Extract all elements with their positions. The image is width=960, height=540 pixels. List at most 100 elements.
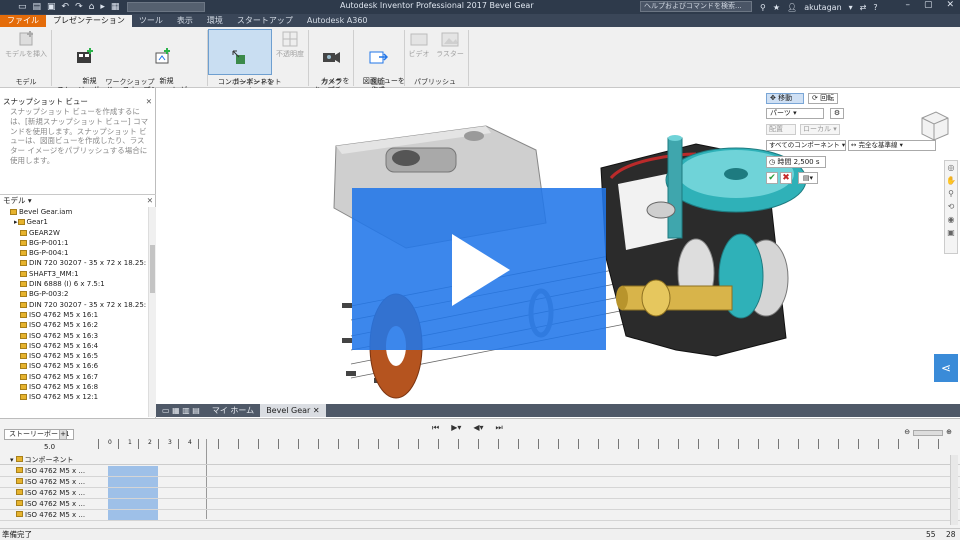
opacity-button[interactable]: 不透明度 (274, 29, 306, 59)
list-item[interactable]: ISO 4762 M5 x 16:2 (0, 320, 146, 330)
options-dropdown[interactable]: ▤▾ (798, 172, 818, 184)
appearance-combo[interactable] (127, 2, 206, 12)
view-face-icon[interactable]: ▣ (945, 226, 957, 239)
steering-wheel-icon[interactable]: ◎ (945, 161, 957, 174)
save-icon[interactable]: ▣ (47, 2, 56, 12)
list-item[interactable]: ISO 4762 M5 x 16:6 (0, 361, 146, 371)
zoom-slider[interactable] (913, 430, 944, 436)
list-item[interactable]: BG-P-001:1 (0, 238, 146, 248)
undo-icon[interactable]: ↶ (62, 2, 70, 12)
action-bar[interactable] (108, 477, 158, 487)
list-item[interactable]: ISO 4762 M5 x 12:1 (0, 392, 146, 402)
raster-button[interactable]: ラスター (434, 29, 466, 59)
add-storyboard-icon[interactable]: + (59, 429, 67, 440)
list-item[interactable]: ISO 4762 M5 x 16:4 (0, 341, 146, 351)
user-icon[interactable]: 👤︎ (787, 3, 797, 12)
maximize-icon[interactable]: ▢ (924, 0, 933, 10)
tile-icon[interactable]: ▭ ▦ ▥ ▤ (156, 404, 206, 417)
new-file-icon[interactable]: ▭ (18, 2, 27, 12)
table-row[interactable]: ISO 4762 M5 x ... (0, 499, 960, 510)
list-item[interactable]: ISO 4762 M5 x 16:8 (0, 382, 146, 392)
tab-presentation[interactable]: プレゼンテーション (46, 15, 132, 27)
redo-icon[interactable]: ↷ (75, 2, 83, 12)
table-row[interactable]: ISO 4762 M5 x ... (0, 510, 960, 521)
list-item[interactable]: DIN 720 30207 - 35 x 72 x 18.25:1 (0, 258, 146, 268)
time-field[interactable]: ◷ 時間 2,500 s (766, 156, 826, 168)
list-item[interactable]: BG-P-004:1 (0, 248, 146, 258)
viewcube-icon[interactable] (916, 108, 952, 144)
share-button[interactable]: ⋖ (934, 354, 958, 382)
open-icon[interactable]: ▤ (33, 2, 42, 12)
tab-file[interactable]: ファイル (0, 15, 46, 27)
component-header-row[interactable]: ▾ コンポーネント (0, 455, 960, 465)
table-row[interactable]: ISO 4762 M5 x ... (0, 466, 960, 477)
tweak-components-button[interactable]: コンポーネントを ツイーク (208, 29, 274, 95)
select-icon[interactable]: ▦ (111, 2, 120, 12)
insert-model-button[interactable]: モデルを挿入 (2, 29, 50, 59)
home-icon[interactable]: ⌂ (89, 2, 95, 12)
timeline-scrollbar[interactable] (950, 455, 958, 525)
list-item[interactable]: BG-P-003:2 (0, 289, 146, 299)
filter-icon[interactable]: ⚙ (830, 108, 844, 119)
end-icon[interactable]: ⏭ (496, 423, 503, 433)
list-item[interactable]: DIN 720 30207 - 35 x 72 x 18.25:2 (0, 300, 146, 310)
star-icon[interactable]: ★ (773, 3, 780, 12)
action-bar[interactable] (108, 488, 158, 498)
help-search-input[interactable]: ヘルプおよびコマンドを検索... (640, 1, 752, 12)
user-name[interactable]: akutagan (804, 3, 841, 12)
look-icon[interactable]: ◉ (945, 213, 957, 226)
close-icon[interactable]: ✕ (946, 0, 954, 10)
rotate-button[interactable]: ⟳ 回転 (808, 93, 838, 104)
timeline-ruler[interactable]: 0 1 2 3 4 (98, 439, 954, 449)
minimize-icon[interactable]: – (905, 0, 910, 10)
list-item[interactable]: SHAFT3_MM:1 (0, 269, 146, 279)
zoom-icon[interactable]: ⚲ (945, 187, 957, 200)
close-icon[interactable]: ✕ (313, 406, 320, 415)
cart-icon[interactable]: ⇄ (860, 3, 867, 12)
action-bar[interactable] (108, 510, 158, 520)
local-dropdown[interactable]: ローカル ▾ (800, 124, 840, 135)
place-button[interactable]: 配置 (766, 124, 796, 135)
move-button[interactable]: ✥ 移動 (766, 93, 804, 104)
update-icon[interactable]: ▸ (100, 2, 105, 12)
list-item[interactable]: ISO 4762 M5 x 16:5 (0, 351, 146, 361)
parts-dropdown[interactable]: パーツ ▾ (766, 108, 824, 119)
search-icon[interactable]: ⚲ (760, 3, 766, 12)
list-item[interactable]: ▸ Gear1 (0, 217, 146, 227)
rewind-icon[interactable]: ⏮ (432, 423, 439, 433)
tab-a360[interactable]: Autodesk A360 (300, 15, 375, 27)
list-item[interactable]: ISO 4762 M5 x 16:7 (0, 372, 146, 382)
zoom-in-icon[interactable]: ⊕ (946, 428, 952, 436)
close-icon[interactable]: ✕ (146, 96, 152, 107)
tree-root[interactable]: Bevel Gear.iam (0, 207, 146, 217)
pan-icon[interactable]: ✋ (945, 174, 957, 187)
list-item[interactable]: GEAR2W (0, 228, 146, 238)
scrollbar-thumb[interactable] (150, 245, 155, 293)
zoom-out-icon[interactable]: ⊖ (904, 428, 910, 436)
tree-scrollbar[interactable] (148, 207, 156, 417)
action-bar[interactable] (108, 466, 158, 476)
tab-environment[interactable]: 環境 (200, 15, 230, 27)
apply-check-icon[interactable]: ✔ (766, 172, 778, 184)
close-icon[interactable]: ✕ (147, 195, 153, 206)
tab-view[interactable]: 表示 (170, 15, 200, 27)
cancel-x-icon[interactable]: ✖ (780, 172, 792, 184)
play-forward-icon[interactable]: ▶▾ (451, 423, 461, 433)
tab-bevel-gear[interactable]: Bevel Gear ✕ (260, 404, 326, 417)
help-icon[interactable]: ? (873, 3, 877, 12)
expand-icon[interactable]: ▾ (10, 456, 14, 464)
video-play-overlay[interactable] (352, 188, 606, 350)
play-reverse-icon[interactable]: ◀▾ (473, 423, 483, 433)
tab-tools[interactable]: ツール (132, 15, 170, 27)
tab-getstarted[interactable]: スタートアップ (230, 15, 300, 27)
chevron-down-icon[interactable]: ▾ (849, 3, 853, 12)
list-item[interactable]: ISO 4762 M5 x 16:1 (0, 310, 146, 320)
list-item[interactable]: ISO 4762 M5 x 16:3 (0, 331, 146, 341)
all-components-dropdown[interactable]: すべてのコンポーネント ▾ (766, 140, 846, 151)
orbit-icon[interactable]: ⟲ (945, 200, 957, 213)
model-panel-title[interactable]: モデル ▾ (3, 196, 32, 205)
table-row[interactable]: ISO 4762 M5 x ... (0, 477, 960, 488)
video-button[interactable]: ビデオ (404, 29, 434, 59)
tab-my-home[interactable]: マイ ホーム (206, 404, 260, 417)
table-row[interactable]: ISO 4762 M5 x ... (0, 488, 960, 499)
